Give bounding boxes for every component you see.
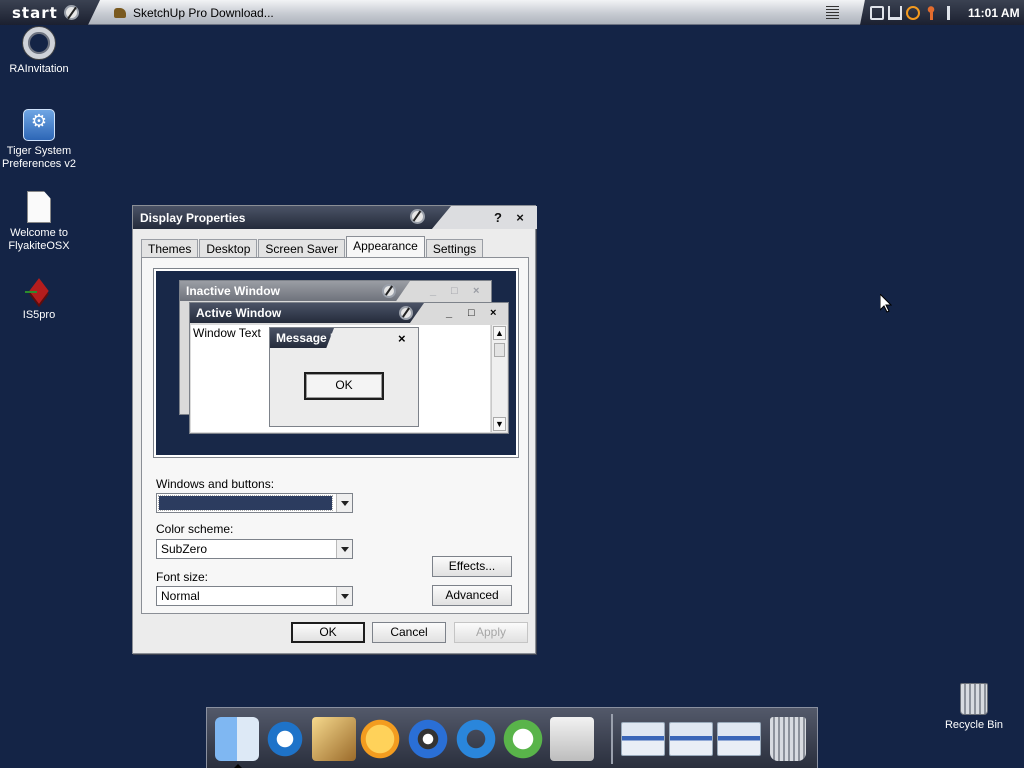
window-thumbnail-icon[interactable] — [717, 722, 761, 756]
taskbar-grip-icon[interactable] — [826, 6, 839, 19]
media-player-icon[interactable] — [358, 717, 402, 761]
desktop-icon-label: RAInvitation — [9, 63, 69, 75]
tab-appearance[interactable]: Appearance — [346, 236, 425, 257]
scroll-thumb — [494, 343, 505, 357]
display-icon[interactable] — [870, 5, 884, 20]
desktop-icon-is5pro[interactable]: IS5pro — [0, 273, 79, 322]
window-menu-icon — [399, 306, 413, 320]
cancel-button[interactable]: Cancel — [372, 622, 446, 643]
search-icon[interactable] — [906, 5, 920, 20]
tab-desktop[interactable]: Desktop — [199, 239, 258, 257]
desktop-icon-label: Tiger System Preferences v2 — [2, 145, 76, 170]
mouse-cursor-icon — [880, 294, 892, 313]
start-button[interactable]: start — [0, 0, 100, 25]
mail-icon[interactable] — [312, 717, 356, 761]
preview-inactive-title-text: Inactive Window — [186, 284, 280, 298]
dialog-title: Display Properties — [140, 211, 246, 225]
network-icon[interactable] — [888, 5, 902, 20]
display-properties-dialog: Display Properties ? × Themes Desktop Sc… — [132, 205, 537, 654]
taskbar-item-label: SketchUp Pro Download... — [133, 5, 274, 20]
window-menu-icon — [382, 284, 396, 298]
close-button[interactable]: × — [513, 210, 527, 225]
close-icon: × — [398, 331, 406, 346]
finder-icon[interactable] — [215, 717, 259, 761]
itunes-icon[interactable] — [501, 717, 545, 761]
running-indicator — [234, 764, 242, 768]
window-thumbnail-icon[interactable] — [621, 722, 665, 756]
dock — [206, 707, 818, 768]
color-scheme-select[interactable]: SubZero — [156, 539, 353, 559]
appearance-panel: Inactive Window _ □ × Active Window _ □ … — [141, 257, 529, 614]
tab-screen-saver[interactable]: Screen Saver — [258, 239, 346, 257]
color-scheme-label: Color scheme: — [156, 522, 234, 536]
package-icon — [23, 273, 55, 305]
help-button[interactable]: ? — [491, 210, 505, 225]
preview-inactive-title: Inactive Window — [180, 281, 410, 301]
preview-message-title: Message B... — [270, 328, 334, 348]
chevron-down-icon[interactable] — [336, 494, 352, 512]
window-thumbnail-icon[interactable] — [669, 722, 713, 756]
apple-icon[interactable] — [550, 717, 594, 761]
preview-active-title-text: Active Window — [196, 306, 282, 320]
taskbar: start SketchUp Pro Download... 11:01 AM — [0, 0, 1024, 25]
preview-desktop: Inactive Window _ □ × Active Window _ □ … — [156, 271, 516, 455]
chevron-down-icon[interactable] — [336, 587, 352, 605]
apply-button[interactable]: Apply — [454, 622, 528, 643]
preview-scrollbar: ▲ ▼ — [491, 325, 507, 432]
appearance-preview: Inactive Window _ □ × Active Window _ □ … — [153, 268, 519, 458]
start-logo-icon — [63, 5, 79, 20]
dock-separator — [611, 714, 613, 764]
font-size-value: Normal — [161, 589, 200, 603]
advanced-button[interactable]: Advanced — [432, 585, 512, 606]
desktop-icon-tiger-system-preferences[interactable]: Tiger System Preferences v2 — [0, 109, 79, 171]
color-scheme-value: SubZero — [161, 542, 208, 556]
preview-active-title: Active Window — [190, 303, 424, 323]
close-icon: × — [490, 307, 497, 319]
system-preferences-icon — [23, 109, 55, 141]
windows-buttons-value — [158, 495, 333, 511]
chevron-down-icon[interactable] — [336, 540, 352, 558]
recycle-bin-icon — [960, 683, 988, 715]
ring-icon — [23, 27, 55, 59]
maximize-icon: □ — [451, 285, 458, 297]
minimize-icon: _ — [446, 307, 453, 319]
desktop-icon-label: Welcome to FlyakiteOSX — [8, 227, 70, 252]
ok-button[interactable]: OK — [291, 622, 365, 643]
volume-icon[interactable] — [942, 5, 956, 20]
windows-buttons-label: Windows and buttons: — [156, 477, 275, 491]
taskbar-item-sketchup[interactable]: SketchUp Pro Download... — [112, 3, 274, 22]
quicktime-icon[interactable] — [454, 717, 498, 761]
font-size-label: Font size: — [156, 570, 209, 584]
system-tray: 11:01 AM — [860, 0, 1024, 25]
internet-explorer-icon[interactable] — [263, 717, 307, 761]
minimize-icon: _ — [430, 285, 437, 297]
sketchup-icon — [112, 5, 128, 21]
preview-message-box: Message B... × OK — [269, 327, 419, 427]
desktop-icon-welcome-flyakiteosx[interactable]: Welcome to FlyakiteOSX — [0, 191, 79, 253]
clock[interactable]: 11:01 AM — [968, 6, 1020, 20]
dialog-title-tab: Display Properties — [133, 206, 451, 229]
dvd-player-icon[interactable] — [406, 717, 450, 761]
close-icon: × — [473, 285, 480, 297]
start-label: start — [12, 3, 58, 22]
trash-icon[interactable] — [770, 717, 806, 761]
tab-settings[interactable]: Settings — [425, 239, 484, 257]
desktop-icon-recycle-bin[interactable]: Recycle Bin — [934, 683, 1014, 732]
desktop-icon-rainvitation[interactable]: RAInvitation — [0, 27, 79, 76]
window-menu-icon[interactable] — [410, 209, 425, 224]
scroll-up-icon: ▲ — [493, 326, 506, 340]
font-size-select[interactable]: Normal — [156, 586, 353, 606]
windows-buttons-select[interactable] — [156, 493, 353, 513]
effects-button[interactable]: Effects... — [432, 556, 512, 577]
desktop-icon-label: Recycle Bin — [944, 719, 1004, 731]
scroll-down-icon: ▼ — [493, 417, 506, 431]
dialog-titlebar[interactable]: Display Properties ? × — [133, 206, 537, 229]
tab-strip: Themes Desktop Screen Saver Appearance S… — [141, 236, 484, 257]
desktop-icon-label: IS5pro — [22, 309, 56, 321]
tab-themes[interactable]: Themes — [141, 239, 199, 257]
maximize-icon: □ — [468, 307, 475, 319]
document-icon — [27, 191, 51, 223]
user-icon[interactable] — [924, 5, 938, 20]
preview-ok-button: OK — [304, 372, 384, 400]
